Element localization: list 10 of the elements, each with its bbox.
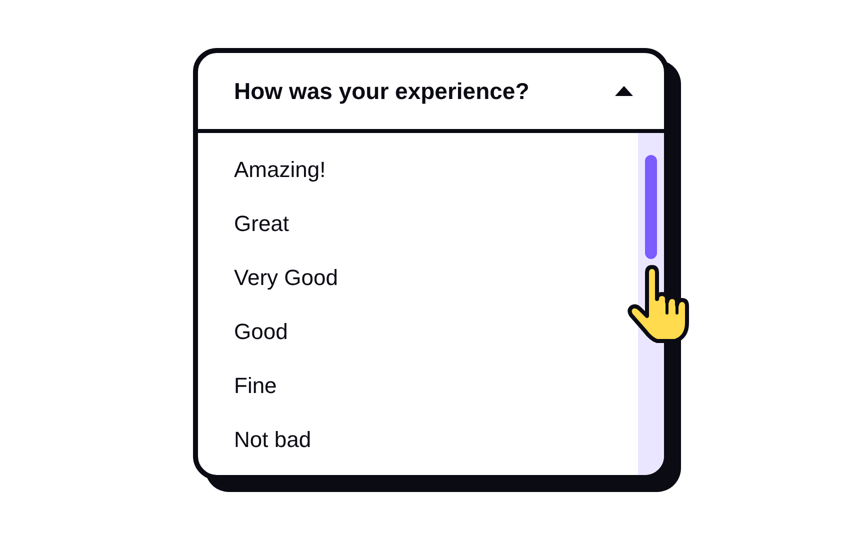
dropdown-option[interactable]: Good <box>234 317 288 347</box>
dropdown-title: How was your experience? <box>234 76 530 106</box>
scrollbar-thumb[interactable] <box>645 155 657 259</box>
dropdown-header[interactable]: How was your experience? <box>198 53 664 133</box>
dropdown-option[interactable]: Very Good <box>234 263 338 293</box>
dropdown-option[interactable]: Amazing! <box>234 155 326 185</box>
dropdown-option[interactable]: Great <box>234 209 290 239</box>
dropdown-option[interactable]: Fine <box>234 371 277 401</box>
dropdown-option[interactable]: Not bad <box>234 425 312 455</box>
caret-up-icon <box>614 85 634 97</box>
